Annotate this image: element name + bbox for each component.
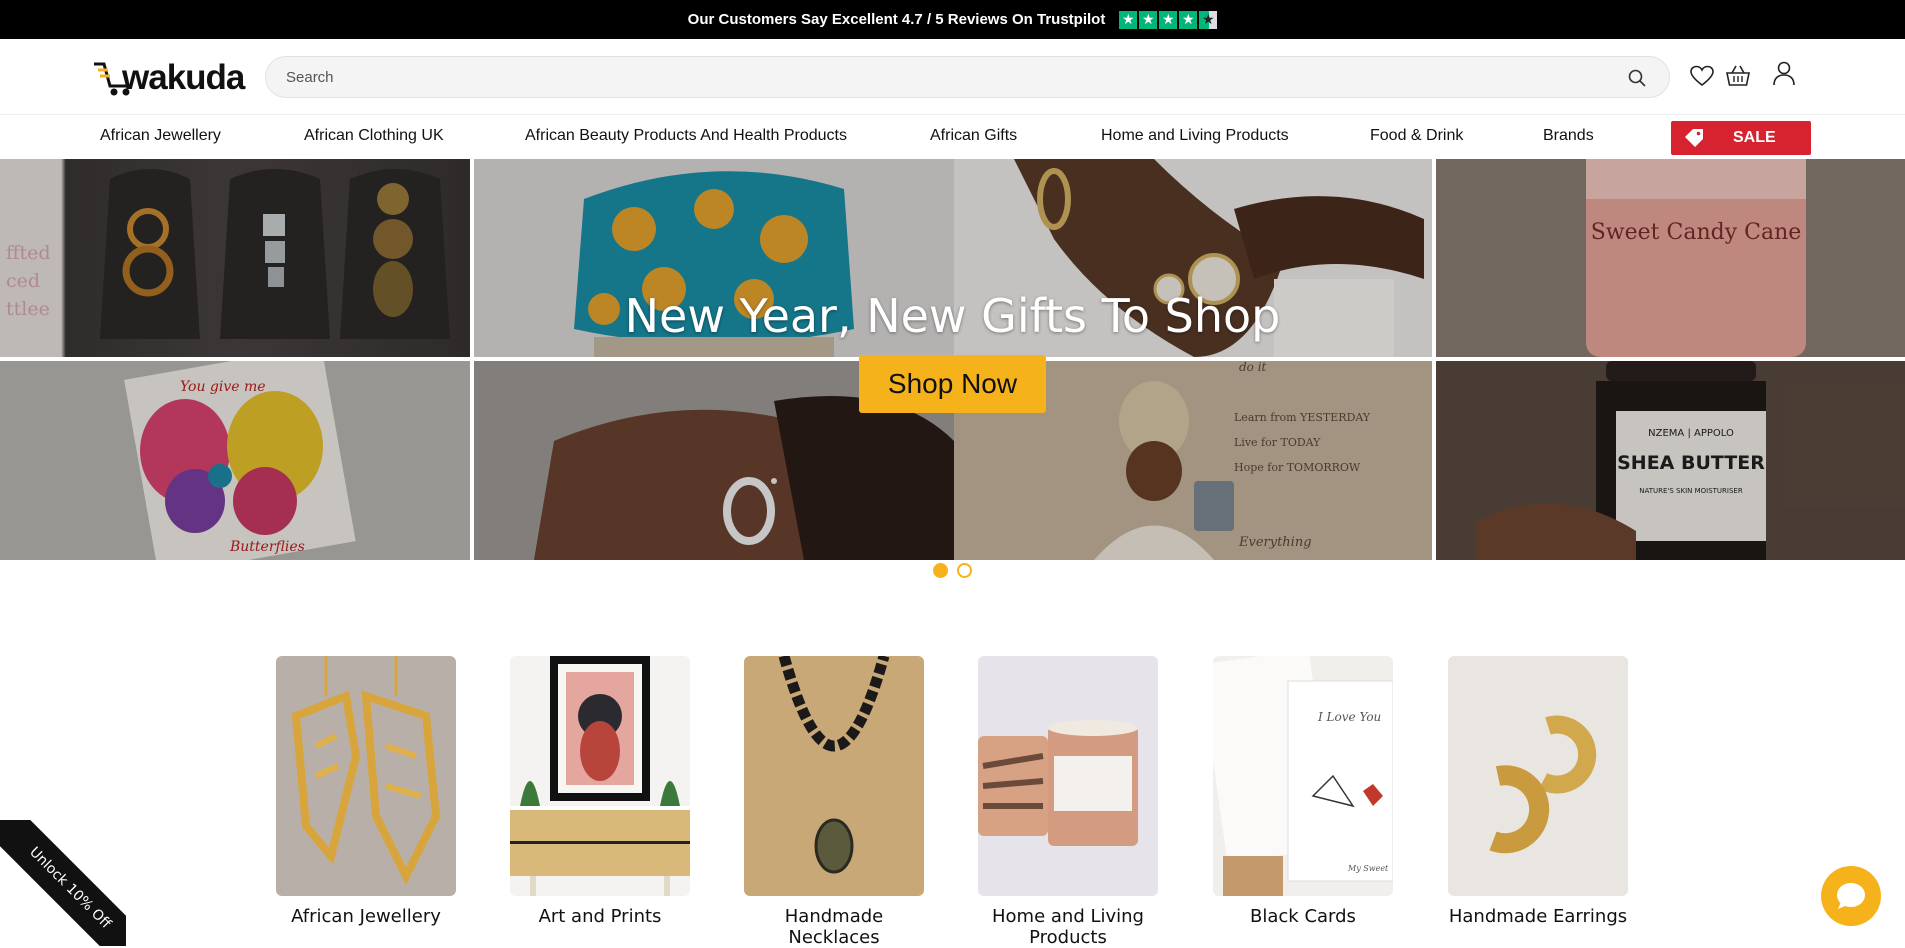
candle-tins-image [978,720,1138,846]
search-input[interactable] [286,57,1586,97]
category-label: Handmade Necklaces [784,906,884,948]
jar-sub: NATURE'S SKIN MOISTURISER [1639,487,1743,495]
logo-text: wakuda [122,58,245,97]
carousel-dots [933,563,972,578]
category-image [276,656,456,896]
category-card-handmade-earrings[interactable]: Handmade Earrings [1448,656,1628,927]
star-icon: ★ [1139,10,1158,29]
carousel-dot-1[interactable] [933,563,948,578]
print-text-2: Live for TODAY [1234,436,1321,449]
hoop-earrings-image [1489,715,1597,854]
framed-print-image [510,656,690,896]
shea-butter-image: NZEMA | APPOLO SHEA BUTTER NATURE'S SKIN… [1476,361,1766,560]
nav-item-african-jewellery[interactable]: African Jewellery [100,127,221,145]
nav-item-brands[interactable]: Brands [1543,127,1594,145]
jar-brand: NZEMA | APPOLO [1648,428,1734,439]
trustpilot-bar: Our Customers Say Excellent 4.7 / 5 Revi… [0,0,1905,39]
category-card-handmade-necklaces[interactable]: Handmade Necklaces [744,656,924,948]
category-image: I Love You My Sweet [1213,656,1393,896]
print-text-top: do it [1239,361,1267,374]
nav-item-beauty-products[interactable]: African Beauty Products And Health Produ… [525,127,847,145]
chat-button[interactable] [1821,866,1881,926]
jar-title: SHEA BUTTER [1617,452,1765,474]
category-label: Black Cards [1250,906,1356,927]
site-header: wakuda [0,39,1905,114]
main-nav: African Jewellery African Clothing UK Af… [0,114,1905,159]
card-sign-text: My Sweet [1347,864,1389,873]
nav-item-african-clothing[interactable]: African Clothing UK [304,127,444,145]
card-love-text: I Love You [1317,710,1381,724]
category-image [1448,656,1628,896]
print-text-1: Learn from YESTERDAY [1234,411,1371,424]
hero-tile-card: You give me Butterflies [0,361,470,560]
category-card-art-prints[interactable]: Art and Prints [510,656,690,927]
gold-earrings-image [291,656,441,885]
half-star-icon: ★ [1199,10,1218,29]
carousel-dot-2[interactable] [957,563,972,578]
card-text-bottom: Butterflies [229,539,305,555]
sale-button[interactable]: SALE [1671,121,1811,155]
category-card-black-cards[interactable]: I Love You My Sweet Black Cards [1213,656,1393,927]
svg-text:ffted: ffted [6,242,51,264]
card-text-top: You give me [180,379,266,395]
nav-item-food-drink[interactable]: Food & Drink [1370,127,1463,145]
sale-label: SALE [1733,129,1776,146]
logo[interactable]: wakuda [94,56,254,98]
print-text-4: Everything [1238,535,1312,550]
chat-bubble-icon [1837,883,1865,909]
category-label: Art and Prints [538,906,662,927]
print-text-3: Hope for TOMORROW [1234,461,1361,474]
category-card-african-jewellery[interactable]: African Jewellery [276,656,456,927]
greeting-cards-image: I Love You My Sweet [1213,656,1393,896]
necklace-image [778,656,890,874]
user-icon[interactable] [1770,59,1798,87]
trustpilot-stars: ★ ★ ★ ★ ★ [1119,10,1218,29]
hero-banner: ffted ced ttlee Sweet Candy Cane You giv… [0,159,1905,560]
candle-label: Sweet Candy Cane [1591,220,1802,245]
trustpilot-text: Our Customers Say Excellent 4.7 / 5 Revi… [687,11,1106,28]
discount-ribbon-wrap: Unlock 10% Off [0,820,126,946]
category-label: Handmade Earrings [1448,906,1628,927]
basket-icon[interactable] [1724,62,1752,90]
category-card-home-living[interactable]: Home and Living Products [978,656,1158,948]
shop-now-button[interactable]: Shop Now [859,355,1046,413]
category-label: Home and Living Products [992,906,1144,948]
category-label: African Jewellery [291,906,441,927]
category-image [510,656,690,896]
unlock-discount-ribbon[interactable]: Unlock 10% Off [0,820,126,946]
nav-item-african-gifts[interactable]: African Gifts [930,127,1017,145]
price-tag-icon [1685,129,1703,147]
star-icon: ★ [1179,10,1198,29]
star-icon: ★ [1119,10,1138,29]
butterfly-card-image: You give me Butterflies [124,361,356,560]
search-icon[interactable] [1627,68,1647,88]
nav-item-home-living[interactable]: Home and Living Products [1101,127,1289,145]
hero-tile-shea-butter: NZEMA | APPOLO SHEA BUTTER NATURE'S SKIN… [1436,361,1905,560]
search-bar [265,56,1670,98]
category-image [744,656,924,896]
heart-icon[interactable] [1688,62,1716,90]
category-image [978,656,1158,896]
star-icon: ★ [1159,10,1178,29]
hero-title: New Year, New Gifts To Shop [624,289,1281,343]
